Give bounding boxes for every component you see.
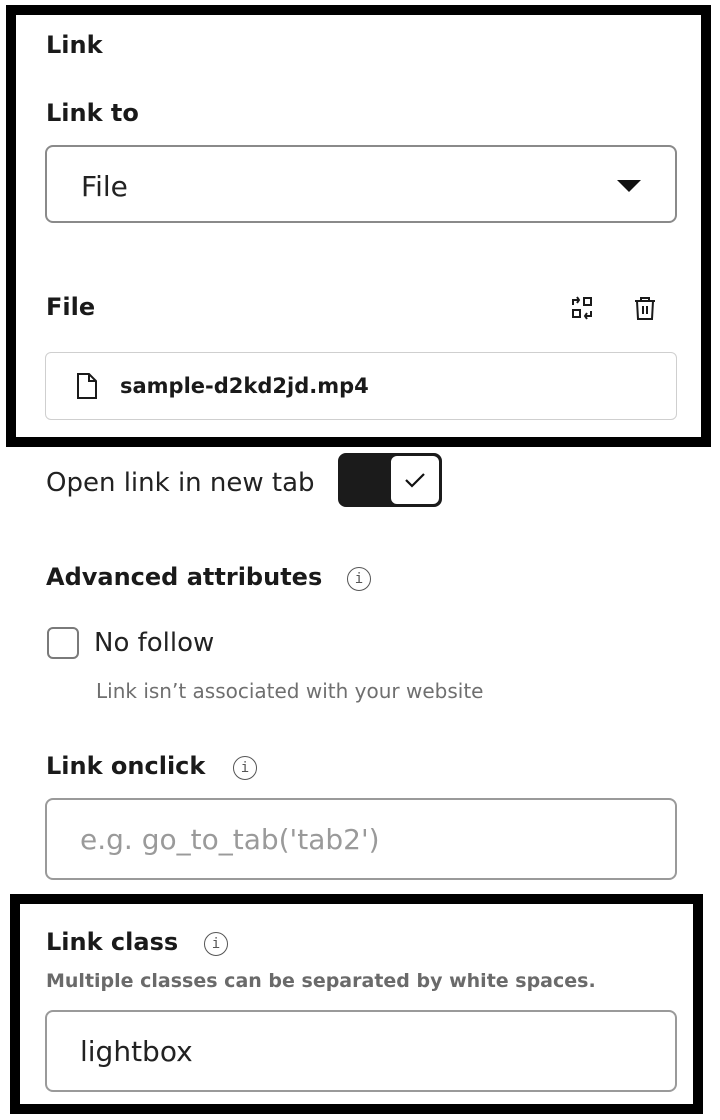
section-title-link: Link	[46, 31, 103, 59]
info-icon[interactable]: i	[233, 756, 257, 780]
link-onclick-input[interactable]	[45, 798, 677, 880]
link-class-label: Link class	[46, 928, 179, 956]
link-to-select[interactable]: File	[45, 145, 677, 223]
link-to-label: Link to	[46, 99, 139, 127]
check-icon	[405, 473, 425, 488]
open-new-tab-label: Open link in new tab	[46, 468, 315, 498]
chevron-down-icon	[617, 180, 641, 192]
replace-file-icon	[572, 296, 592, 320]
file-icon	[77, 373, 97, 399]
replace-file-button[interactable]	[565, 291, 599, 325]
open-new-tab-toggle[interactable]	[338, 453, 442, 507]
link-class-help: Multiple classes can be separated by whi…	[46, 970, 596, 992]
trash-icon	[635, 297, 655, 320]
link-to-selected-value: File	[81, 170, 128, 203]
delete-file-button[interactable]	[628, 291, 662, 325]
info-icon[interactable]: i	[204, 932, 228, 956]
file-name: sample-d2kd2jd.mp4	[120, 374, 369, 398]
no-follow-checkbox[interactable]	[47, 627, 79, 659]
advanced-attributes-title: Advanced attributes	[46, 563, 323, 591]
link-onclick-label: Link onclick	[46, 752, 206, 780]
no-follow-help-text: Link isn’t associated with your website	[96, 679, 484, 703]
file-label: File	[46, 293, 96, 321]
link-class-input[interactable]	[45, 1010, 677, 1092]
info-icon[interactable]: i	[347, 567, 371, 591]
selected-file-field[interactable]: sample-d2kd2jd.mp4	[45, 352, 677, 420]
toggle-knob	[390, 455, 440, 505]
no-follow-label: No follow	[94, 628, 215, 658]
